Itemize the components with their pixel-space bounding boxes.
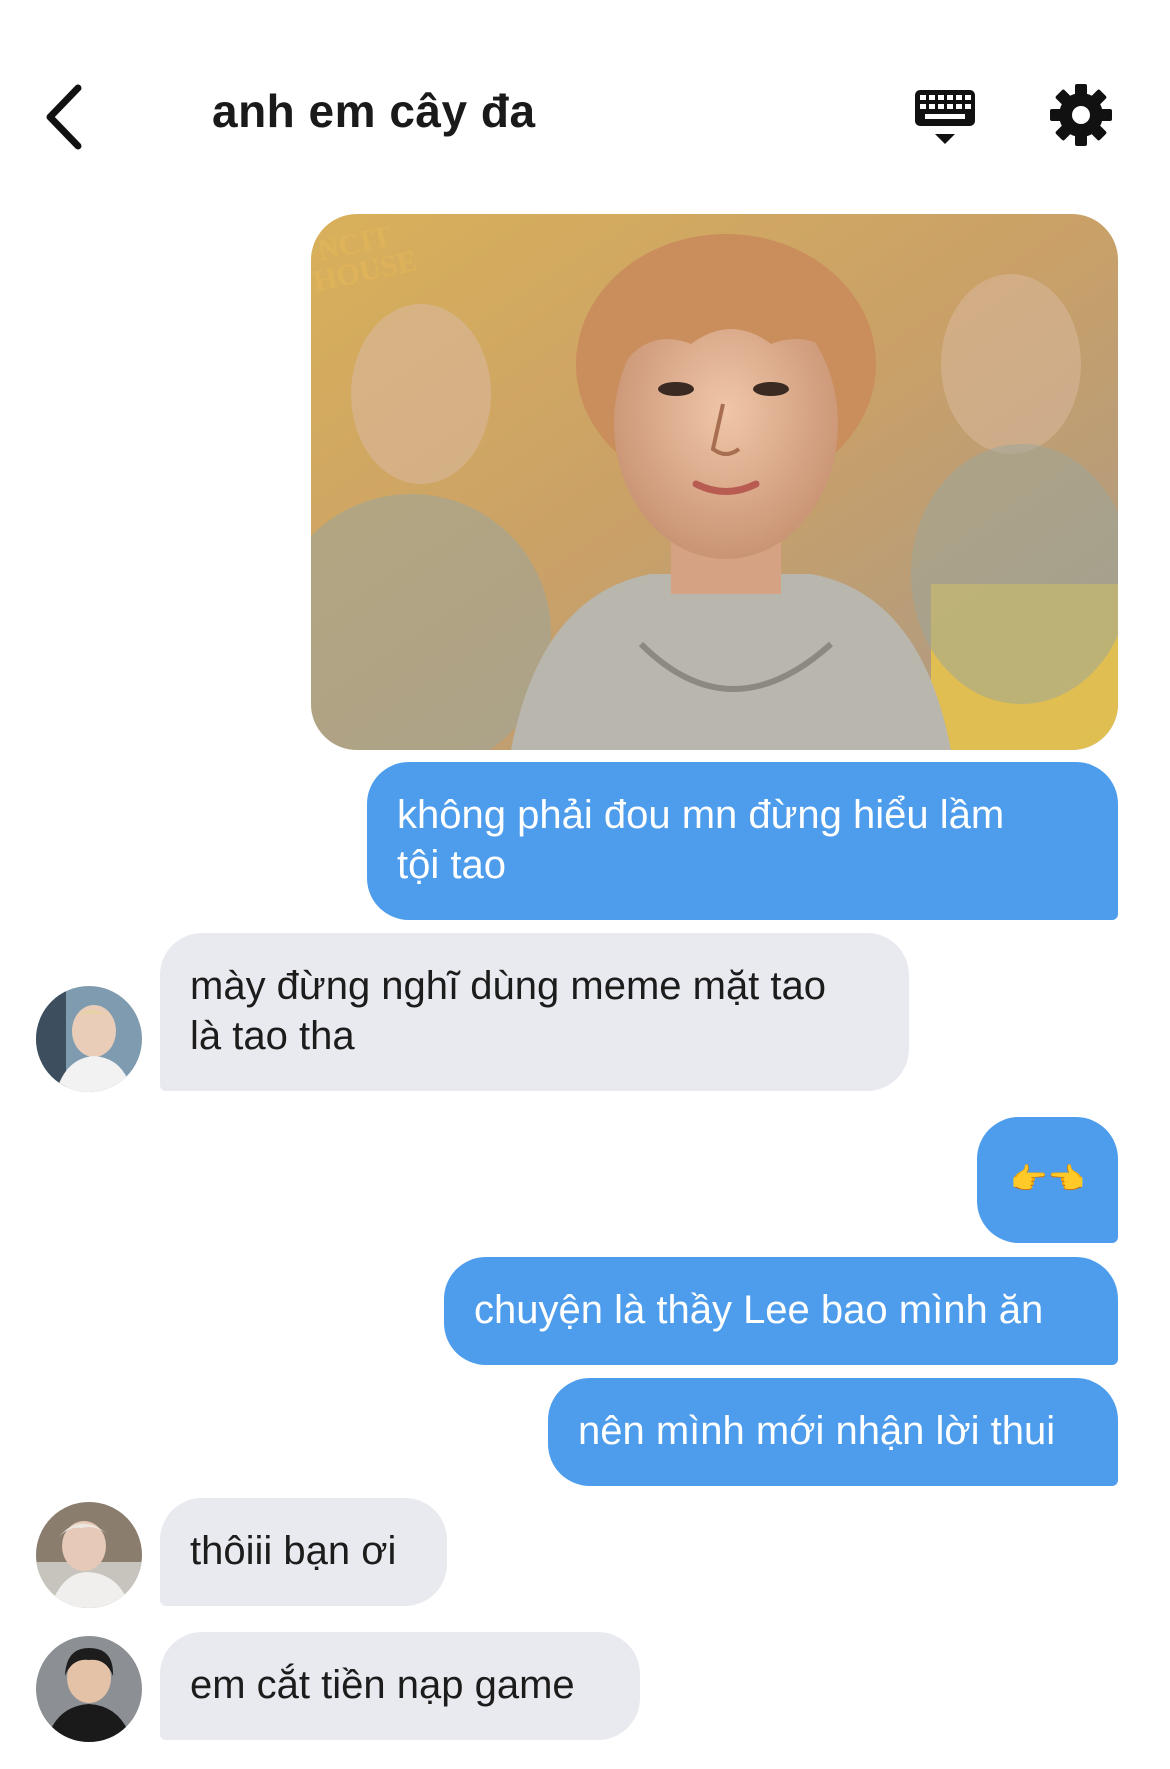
avatar-photo	[36, 1502, 142, 1608]
chevron-left-icon	[46, 84, 82, 150]
incoming-message[interactable]: thôiii bạn ơi	[160, 1498, 447, 1606]
message-text: thôiii bạn ơi	[190, 1529, 397, 1573]
chat-title: anh em cây đa	[212, 85, 536, 137]
outgoing-message[interactable]: chuyện là thầy Lee bao mình ăn	[444, 1257, 1118, 1365]
settings-button[interactable]	[1048, 82, 1114, 148]
avatar[interactable]	[36, 986, 142, 1092]
incoming-message[interactable]: mày đừng nghĩ dùng meme mặt tao là tao t…	[160, 933, 909, 1091]
keyboard-icon	[915, 90, 975, 144]
incoming-message[interactable]: em cắt tiền nạp game	[160, 1632, 640, 1740]
message-line: không phải đou mn đừng hiểu lầm	[397, 793, 1005, 837]
keyboard-button[interactable]	[905, 82, 985, 152]
back-button[interactable]	[30, 72, 110, 162]
avatar[interactable]	[36, 1502, 142, 1608]
avatar[interactable]	[36, 1636, 142, 1742]
chat-header: anh em cây đa	[0, 0, 1170, 200]
image-message[interactable]: NCIT HOUSE	[311, 214, 1118, 750]
message-text: nên mình mới nhận lời thui	[578, 1409, 1056, 1453]
gear-icon	[1050, 84, 1112, 146]
avatar-photo	[36, 1636, 142, 1742]
outgoing-message[interactable]: không phải đou mn đừng hiểu lầm tội tao	[367, 762, 1118, 920]
outgoing-message[interactable]: nên mình mới nhận lời thui	[548, 1378, 1118, 1486]
emoji: 👉👈	[1010, 1163, 1085, 1196]
message-line: tội tao	[397, 843, 506, 887]
message-text: chuyện là thầy Lee bao mình ăn	[474, 1288, 1044, 1332]
avatar-photo	[36, 986, 142, 1092]
outgoing-message[interactable]: 👉👈	[977, 1117, 1118, 1243]
message-text: em cắt tiền nạp game	[190, 1663, 575, 1707]
message-line: là tao tha	[190, 1014, 355, 1058]
meme-photo: NCIT HOUSE	[311, 214, 1118, 750]
message-line: mày đừng nghĩ dùng meme mặt tao	[190, 964, 827, 1008]
